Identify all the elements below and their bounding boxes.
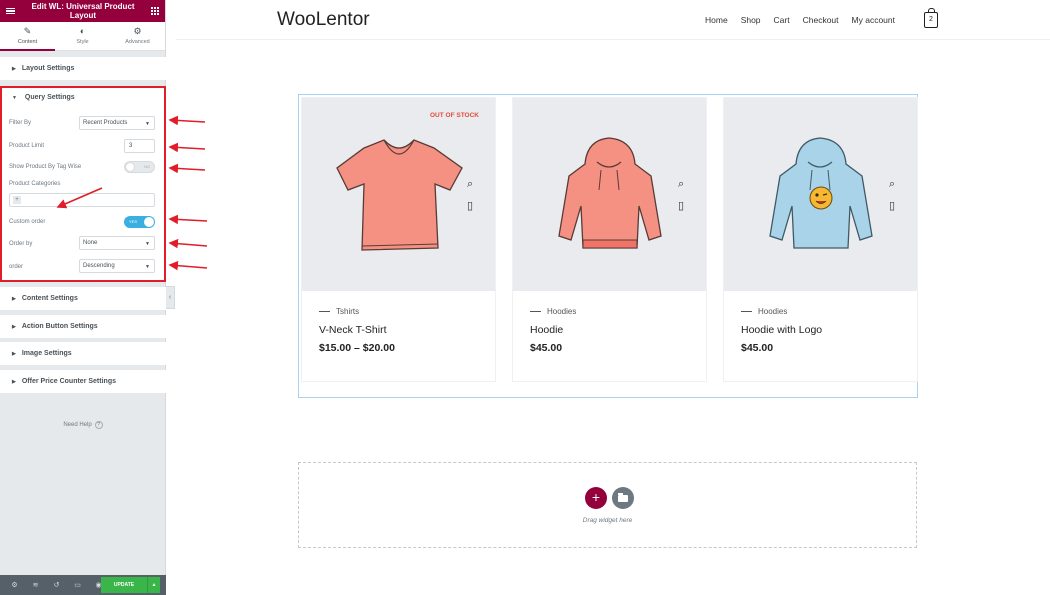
order-label: order xyxy=(9,264,24,270)
panel-title: Edit WL: Universal Product Layout xyxy=(31,2,135,20)
product-category[interactable]: Hoodies xyxy=(530,307,576,316)
order-by-label: Order by xyxy=(9,241,33,247)
custom-order-toggle[interactable]: YES xyxy=(124,216,155,228)
tab-style[interactable]: ◐ Style xyxy=(55,22,110,50)
widgets-grid-icon[interactable] xyxy=(151,7,159,15)
panel-footer: ⚙ ≋ ↺ ▭ ◉ UPDATE ▲ xyxy=(0,575,166,595)
caret-right-icon: ▶ xyxy=(12,295,16,302)
product-image[interactable]: OUT OF STOCK ⌕ ▯ xyxy=(302,98,495,291)
product-name[interactable]: Hoodie with Logo xyxy=(741,324,822,336)
responsive-icon[interactable]: ▭ xyxy=(67,581,88,589)
product-image[interactable]: ⌕ ▯ xyxy=(513,98,706,291)
product-categories-input[interactable]: + xyxy=(9,193,155,207)
caret-right-icon: ▶ xyxy=(12,350,16,357)
main-nav: Home Shop Cart Checkout My account xyxy=(705,15,908,25)
update-button[interactable]: UPDATE xyxy=(101,577,147,593)
nav-shop[interactable]: Shop xyxy=(741,15,761,25)
product-name[interactable]: V-Neck T-Shirt xyxy=(319,324,387,336)
tab-content[interactable]: ✎ Content xyxy=(0,22,55,51)
need-help-link[interactable]: Need Help? xyxy=(0,421,166,429)
toggle-knob xyxy=(126,163,134,171)
caret-down-icon: ▼ xyxy=(12,95,17,101)
quick-view-search-icon[interactable]: ⌕ xyxy=(467,178,473,191)
product-card[interactable]: ⌕ ▯ Hoodies Hoodie $45.00 xyxy=(512,97,707,382)
chevron-left-icon: ‹ xyxy=(168,294,172,301)
product-limit-input[interactable]: 3 xyxy=(124,139,155,153)
section-action-button-settings[interactable]: ▶ Action Button Settings xyxy=(0,315,166,338)
menu-icon[interactable] xyxy=(6,7,15,15)
caret-right-icon: ▶ xyxy=(12,378,16,385)
settings-icon[interactable]: ⚙ xyxy=(4,581,25,589)
product-price: $45.00 xyxy=(530,342,563,354)
half-circle-icon: ◐ xyxy=(79,26,86,36)
page-preview: WooLentor Home Shop Cart Checkout My acc… xyxy=(176,0,1050,595)
add-to-cart-bag-icon[interactable]: ▯ xyxy=(889,199,895,212)
section-image-settings[interactable]: ▶ Image Settings xyxy=(0,342,166,365)
nav-my-account[interactable]: My account xyxy=(852,15,895,25)
caret-up-icon: ▲ xyxy=(151,582,157,588)
tag-wise-toggle[interactable]: NO xyxy=(124,161,155,173)
chevron-down-icon: ▼ xyxy=(145,264,150,270)
gear-icon: ⚙ xyxy=(133,26,142,36)
chevron-down-icon: ▼ xyxy=(145,241,150,247)
section-content-settings[interactable]: ▶ Content Settings xyxy=(0,287,166,310)
caret-right-icon: ▶ xyxy=(12,65,16,72)
drag-widget-hint: Drag widget here xyxy=(582,517,633,524)
tshirt-image xyxy=(336,139,463,251)
panel-header: Edit WL: Universal Product Layout xyxy=(0,0,165,22)
hoodie-with-logo-image xyxy=(769,137,873,249)
pencil-icon: ✎ xyxy=(23,26,32,36)
product-name[interactable]: Hoodie xyxy=(530,324,563,336)
section-layout-settings[interactable]: ▶ Layout Settings xyxy=(0,57,166,80)
product-limit-label: Product Limit xyxy=(9,143,45,149)
add-section-button[interactable]: + xyxy=(585,487,607,509)
quick-view-search-icon[interactable]: ⌕ xyxy=(889,178,895,191)
collapse-panel-handle[interactable]: ‹ xyxy=(166,286,175,309)
product-price: $45.00 xyxy=(741,342,774,354)
editor-panel: Edit WL: Universal Product Layout ✎ Cont… xyxy=(0,0,166,595)
plus-icon: + xyxy=(13,196,21,204)
product-category[interactable]: Tshirts xyxy=(319,307,359,316)
order-by-select[interactable]: None ▼ xyxy=(79,236,155,250)
cart-bag-icon[interactable]: 2 xyxy=(924,8,938,28)
nav-cart[interactable]: Cart xyxy=(774,15,790,25)
history-icon[interactable]: ↺ xyxy=(46,581,67,589)
section-offer-price-counter-settings[interactable]: ▶ Offer Price Counter Settings xyxy=(0,370,166,393)
panel-tabs: ✎ Content ◐ Style ⚙ Advanced xyxy=(0,22,165,51)
tab-advanced[interactable]: ⚙ Advanced xyxy=(110,22,165,50)
product-image[interactable]: ⌕ ▯ xyxy=(724,98,917,291)
empty-section-dropzone[interactable]: + Drag widget here xyxy=(298,462,917,548)
nav-checkout[interactable]: Checkout xyxy=(803,15,839,25)
site-header: WooLentor Home Shop Cart Checkout My acc… xyxy=(176,0,1050,40)
filter-by-select[interactable]: Recent Products ▼ xyxy=(79,116,155,130)
navigator-icon[interactable]: ≋ xyxy=(25,581,46,589)
query-settings-header[interactable]: ▼ Query Settings xyxy=(12,94,75,101)
product-card[interactable]: ⌕ ▯ Hoodies Hoodie with Logo $45.00 xyxy=(723,97,918,382)
product-layout-widget[interactable]: OUT OF STOCK ⌕ ▯ Tshirts V-Neck T-Shirt … xyxy=(298,94,918,398)
add-to-cart-bag-icon[interactable]: ▯ xyxy=(678,199,684,212)
toggle-knob xyxy=(144,217,154,227)
update-options-button[interactable]: ▲ xyxy=(147,577,160,593)
filter-by-label: Filter By xyxy=(9,120,32,126)
site-logo[interactable]: WooLentor xyxy=(277,9,370,31)
add-template-folder-icon[interactable] xyxy=(612,487,634,509)
caret-right-icon: ▶ xyxy=(12,323,16,330)
tag-wise-label: Show Product By Tag Wise xyxy=(9,164,82,170)
custom-order-label: Custom order xyxy=(9,219,46,225)
quick-view-search-icon[interactable]: ⌕ xyxy=(678,178,684,191)
question-icon: ? xyxy=(94,421,103,429)
add-to-cart-bag-icon[interactable]: ▯ xyxy=(467,199,473,212)
nav-home[interactable]: Home xyxy=(705,15,728,25)
product-card[interactable]: OUT OF STOCK ⌕ ▯ Tshirts V-Neck T-Shirt … xyxy=(301,97,496,382)
out-of-stock-badge: OUT OF STOCK xyxy=(430,112,479,119)
product-categories-label: Product Categories xyxy=(9,181,61,187)
chevron-down-icon: ▼ xyxy=(145,121,150,127)
product-price: $15.00 – $20.00 xyxy=(319,342,395,354)
hoodie-image xyxy=(558,137,662,249)
product-category[interactable]: Hoodies xyxy=(741,307,787,316)
order-select[interactable]: Descending ▼ xyxy=(79,259,155,273)
